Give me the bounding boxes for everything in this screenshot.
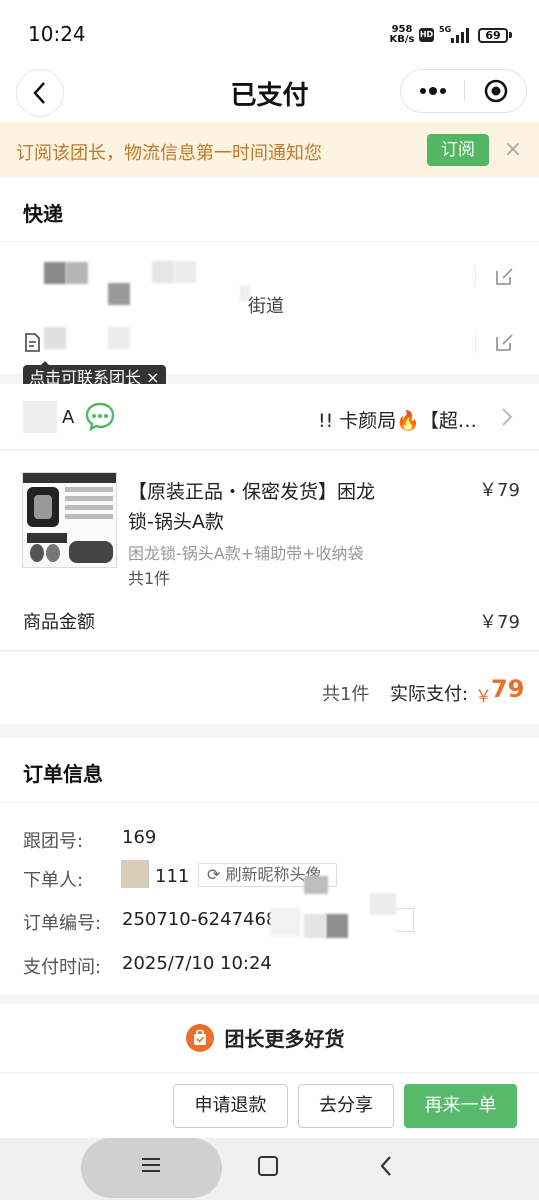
product-spec: 困龙锁-锅头A款+辅助带+收纳袋 (128, 544, 364, 563)
refresh-icon: ⟳ (207, 865, 226, 884)
edit-icon[interactable] (494, 265, 516, 287)
redacted-block (152, 261, 174, 283)
buyer-label: 下单人: (23, 870, 84, 891)
leader-name: A (62, 407, 75, 428)
redacted-block (370, 893, 396, 915)
chat-icon[interactable] (84, 401, 116, 431)
close-icon[interactable]: × (500, 136, 526, 164)
hd-badge: HD (419, 28, 434, 42)
share-button[interactable]: 去分享 (298, 1084, 394, 1128)
product-image[interactable] (22, 472, 117, 568)
close-mini-program-button[interactable] (465, 70, 527, 112)
edit-icon[interactable] (494, 331, 516, 353)
net-speed-unit: KB/s (389, 34, 415, 45)
battery-tip (509, 32, 512, 38)
network-type: 5G (439, 25, 452, 34)
redacted-block (304, 914, 326, 938)
buyer-name: 111 (155, 866, 190, 887)
redacted-block (304, 876, 328, 894)
refund-button[interactable]: 申请退款 (173, 1084, 288, 1128)
redacted-block (108, 283, 130, 305)
express-card: 快递 街道 (0, 177, 539, 374)
more-goods-label[interactable]: 团长更多好货 (0, 1023, 539, 1052)
express-title: 快递 (23, 202, 63, 226)
net-speed: 958 KB/s (389, 25, 415, 45)
follow-no: 169 (122, 827, 157, 848)
paid-amount: 79 (491, 675, 525, 703)
system-nav-bar (0, 1138, 539, 1200)
redacted-block (44, 327, 66, 349)
divider (475, 265, 476, 287)
paid-currency: ￥ (475, 687, 492, 707)
product-card[interactable]: 【原装正品・保密发货】困龙锁-锅头A款 ￥79 困龙锁-锅头A款+辅助带+收纳袋… (0, 451, 539, 651)
order-info-title: 订单信息 (23, 762, 103, 786)
pay-time-label: 支付时间: (23, 957, 102, 978)
paid-label: 实际支付: (390, 684, 469, 705)
subscribe-text: 订阅该团长，物流信息第一时间通知您 (16, 143, 322, 164)
leader-row[interactable]: A !! 卡颜局🔥【超… (0, 384, 539, 450)
product-name[interactable]: 【原装正品・保密发货】困龙锁-锅头A款 (128, 477, 378, 537)
menu-icon[interactable] (141, 1155, 161, 1175)
redacted-block (66, 262, 88, 284)
pay-time: 2025/7/10 10:24 (122, 953, 272, 974)
redacted-block (108, 327, 130, 349)
redacted-block (270, 908, 300, 936)
product-price: ￥79 (479, 480, 520, 501)
order-no: 250710-6247468 (122, 909, 278, 930)
copy-button[interactable] (396, 908, 414, 932)
mini-program-capsule (400, 69, 527, 113)
back-icon[interactable] (378, 1154, 394, 1178)
redacted-block (174, 261, 196, 283)
follow-no-label: 跟团号: (23, 831, 84, 852)
product-quantity: 共1件 (128, 569, 171, 588)
order-no-label: 订单编号: (23, 913, 102, 934)
signal-icon (451, 28, 469, 43)
product-thumbnail (23, 473, 116, 563)
total-count: 共1件 (322, 684, 370, 705)
divider (0, 241, 539, 242)
subscribe-button[interactable]: 订阅 (427, 134, 489, 166)
shop-name[interactable]: !! 卡颜局🔥【超… (318, 406, 477, 433)
buyer-avatar (121, 860, 149, 888)
order-info-card: 订单信息 跟团号: 169 下单人: 111 ⟳ 刷新昵称头像 订单编号: 25… (0, 738, 539, 994)
more-dots-icon (419, 87, 446, 95)
goods-amount-label: 商品金额 (23, 612, 95, 633)
home-icon[interactable] (258, 1156, 278, 1176)
reorder-button[interactable]: 再来一单 (404, 1084, 517, 1128)
more-goods-section[interactable]: 团长更多好货 (0, 1004, 539, 1072)
status-bar: 10:24 958 KB/s HD 5G 69 (0, 0, 539, 66)
nav-bar: 已支付 (0, 66, 539, 122)
redacted-block (326, 914, 348, 938)
address-street: 街道 (248, 296, 284, 317)
chevron-left-icon (33, 82, 45, 104)
back-button[interactable] (16, 69, 64, 117)
battery-icon: 69 (478, 28, 508, 43)
status-time: 10:24 (28, 22, 86, 46)
redacted-block (44, 262, 66, 284)
divider (0, 802, 539, 803)
divider (475, 331, 476, 353)
goods-amount: ￥79 (479, 612, 520, 633)
chevron-right-icon (502, 408, 513, 426)
leader-avatar (23, 401, 57, 433)
target-circle-icon (484, 79, 508, 103)
document-icon (25, 333, 40, 352)
payment-summary: 共1件 实际支付: ￥ 79 (0, 652, 539, 724)
more-button[interactable] (401, 70, 464, 112)
